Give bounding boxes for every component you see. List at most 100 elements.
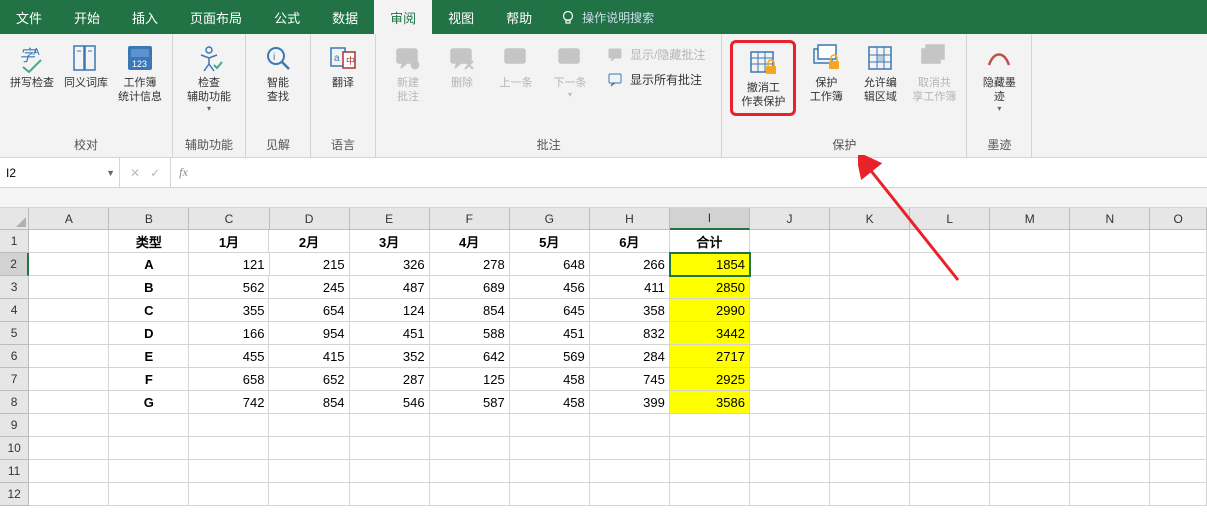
column-header-B[interactable]: B [109, 208, 189, 230]
cell[interactable] [590, 437, 670, 460]
chevron-down-icon[interactable]: ▼ [106, 168, 115, 178]
cell[interactable] [750, 345, 830, 368]
row-header-7[interactable]: 7 [0, 368, 29, 391]
cell[interactable] [29, 368, 109, 391]
cell[interactable] [1070, 437, 1150, 460]
cell[interactable] [510, 437, 590, 460]
row-header-10[interactable]: 10 [0, 437, 29, 460]
cell[interactable]: C [109, 299, 189, 322]
cell[interactable]: 854 [430, 299, 510, 322]
cell[interactable] [910, 276, 990, 299]
cell[interactable] [750, 322, 830, 345]
cell[interactable]: 658 [189, 368, 269, 391]
cell[interactable] [910, 368, 990, 391]
cell[interactable] [830, 253, 910, 276]
name-box[interactable]: ▼ [0, 158, 120, 187]
cell[interactable] [830, 391, 910, 414]
cell[interactable] [1150, 299, 1207, 322]
cell[interactable] [750, 253, 830, 276]
cell[interactable] [750, 299, 830, 322]
cell[interactable] [189, 460, 269, 483]
cell[interactable]: 458 [510, 368, 590, 391]
cell[interactable] [189, 414, 269, 437]
column-header-N[interactable]: N [1070, 208, 1150, 230]
tab-数据[interactable]: 数据 [316, 0, 374, 34]
cell[interactable] [430, 414, 510, 437]
cell[interactable] [750, 460, 830, 483]
translate-button[interactable]: a中 翻译 [319, 40, 367, 92]
cell[interactable] [1150, 483, 1207, 506]
cell[interactable] [350, 414, 430, 437]
tab-视图[interactable]: 视图 [432, 0, 490, 34]
row-header-9[interactable]: 9 [0, 414, 29, 437]
cell[interactable] [830, 368, 910, 391]
column-header-A[interactable]: A [29, 208, 109, 230]
cell[interactable] [750, 276, 830, 299]
cell[interactable] [590, 460, 670, 483]
cell[interactable]: 652 [269, 368, 349, 391]
tab-页面布局[interactable]: 页面布局 [174, 0, 258, 34]
cell[interactable]: 245 [269, 276, 349, 299]
fx-icon[interactable]: fx [171, 158, 196, 187]
cell[interactable]: 3月 [350, 230, 430, 253]
cell[interactable]: 399 [590, 391, 670, 414]
thesaurus-button[interactable]: 同义词库 [62, 40, 110, 92]
column-header-K[interactable]: K [830, 208, 910, 230]
cell[interactable] [830, 483, 910, 506]
cell[interactable]: 451 [510, 322, 590, 345]
row-header-11[interactable]: 11 [0, 460, 29, 483]
cell[interactable]: 654 [269, 299, 349, 322]
cell[interactable] [269, 437, 349, 460]
column-header-E[interactable]: E [350, 208, 430, 230]
cell[interactable] [910, 322, 990, 345]
cell[interactable] [910, 299, 990, 322]
cell[interactable] [990, 368, 1070, 391]
cell[interactable] [670, 460, 750, 483]
cell[interactable] [830, 230, 910, 253]
cell[interactable] [269, 460, 349, 483]
cell[interactable]: 458 [510, 391, 590, 414]
cell[interactable]: 5月 [510, 230, 590, 253]
cell[interactable] [510, 460, 590, 483]
cell[interactable] [1150, 345, 1207, 368]
tab-插入[interactable]: 插入 [116, 0, 174, 34]
cell[interactable]: 2850 [670, 276, 750, 299]
row-header-12[interactable]: 12 [0, 483, 29, 506]
cell[interactable] [750, 483, 830, 506]
cell[interactable] [670, 437, 750, 460]
cell[interactable] [830, 414, 910, 437]
cell[interactable] [29, 276, 109, 299]
cell[interactable] [1150, 437, 1207, 460]
cell[interactable]: 278 [430, 253, 510, 276]
column-header-M[interactable]: M [990, 208, 1070, 230]
cell[interactable] [1070, 345, 1150, 368]
row-header-2[interactable]: 2 [0, 253, 29, 276]
unprotect-sheet-button[interactable]: 撤消工 作表保护 [735, 45, 791, 111]
spellcheck-button[interactable]: 字A 拼写检查 [8, 40, 56, 92]
cell[interactable]: 411 [590, 276, 670, 299]
cell[interactable] [1150, 322, 1207, 345]
cell[interactable] [910, 391, 990, 414]
cell[interactable]: 456 [510, 276, 590, 299]
cell[interactable]: 648 [510, 253, 590, 276]
cell[interactable]: 2月 [269, 230, 349, 253]
cell[interactable] [910, 483, 990, 506]
cell[interactable] [510, 483, 590, 506]
cell[interactable] [750, 230, 830, 253]
tab-开始[interactable]: 开始 [58, 0, 116, 34]
cell[interactable] [1150, 253, 1207, 276]
cell[interactable] [830, 276, 910, 299]
cell[interactable] [109, 483, 189, 506]
cell[interactable] [430, 437, 510, 460]
row-header-4[interactable]: 4 [0, 299, 29, 322]
cell[interactable]: 358 [590, 299, 670, 322]
cell[interactable] [29, 391, 109, 414]
cell[interactable]: B [109, 276, 189, 299]
cell[interactable] [29, 483, 109, 506]
cell[interactable] [1150, 391, 1207, 414]
cell[interactable] [1150, 460, 1207, 483]
cell[interactable] [29, 460, 109, 483]
cell[interactable]: 415 [269, 345, 349, 368]
cell[interactable] [750, 437, 830, 460]
cell[interactable]: 4月 [430, 230, 510, 253]
